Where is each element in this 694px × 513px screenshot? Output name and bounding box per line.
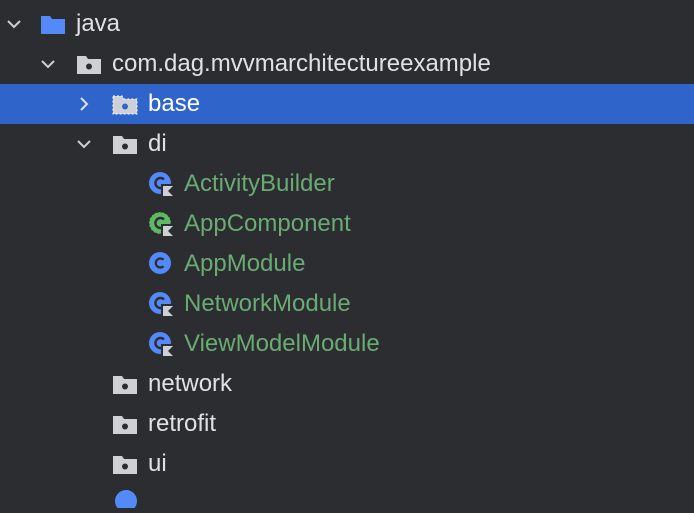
tree-item-label: retrofit [148, 410, 217, 437]
package-icon [112, 412, 138, 436]
kotlin-class-icon [148, 331, 174, 357]
tree-item-appmodule[interactable]: AppModule [0, 244, 694, 284]
tree-item-networkmodule[interactable]: NetworkModule [0, 284, 694, 324]
tree-item-label: base [148, 90, 201, 117]
tree-item-package-root[interactable]: com.dag.mvvmarchitectureexample [0, 44, 694, 84]
package-icon [76, 52, 102, 76]
chevron-down-icon[interactable] [6, 16, 22, 32]
tree-item-label: ViewModelModule [184, 330, 380, 357]
kotlin-class-icon [148, 291, 174, 317]
partial-class-icon [113, 488, 139, 512]
folder-source-icon [40, 12, 66, 36]
tree-item-label: java [76, 10, 121, 37]
package-icon [112, 452, 138, 476]
tree-item-label: AppModule [184, 250, 306, 277]
tree-item-network[interactable]: network [0, 364, 694, 404]
tree-item-java[interactable]: java [0, 4, 694, 44]
project-tree: java com.dag.mvvmarchitectureexample bas… [0, 0, 694, 512]
tree-item-base[interactable]: base [0, 84, 694, 124]
package-icon [112, 132, 138, 156]
tree-item-label: network [148, 370, 233, 397]
package-icon [112, 372, 138, 396]
tree-item-ui[interactable]: ui [0, 444, 694, 484]
tree-item-activitybuilder[interactable]: ActivityBuilder [0, 164, 694, 204]
tree-item-label: di [148, 130, 167, 157]
tree-item-label: com.dag.mvvmarchitectureexample [112, 50, 491, 77]
tree-item-label: NetworkModule [184, 290, 351, 317]
tree-item-retrofit[interactable]: retrofit [0, 404, 694, 444]
kotlin-interface-icon [148, 211, 174, 237]
tree-item-label: AppComponent [184, 210, 351, 237]
chevron-right-icon[interactable] [76, 96, 92, 112]
class-icon [148, 251, 174, 277]
tree-item-di[interactable]: di [0, 124, 694, 164]
chevron-down-icon[interactable] [76, 136, 92, 152]
tree-item-viewmodelmodule[interactable]: ViewModelModule [0, 324, 694, 364]
kotlin-class-icon [148, 171, 174, 197]
package-icon [112, 92, 138, 116]
tree-item-label: ui [148, 450, 167, 477]
tree-item-appcomponent[interactable]: AppComponent [0, 204, 694, 244]
tree-item-label: ActivityBuilder [184, 170, 335, 197]
chevron-down-icon[interactable] [40, 56, 56, 72]
